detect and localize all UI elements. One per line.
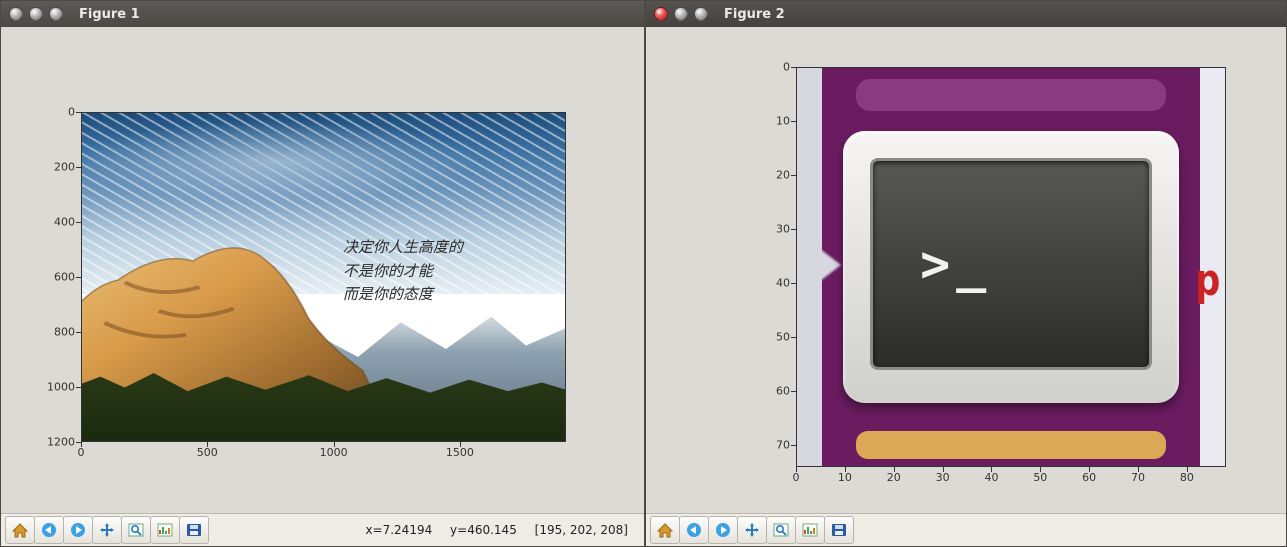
window-figure-2: Figure 2 >_ p bbox=[645, 0, 1287, 547]
p-glyph: p bbox=[1196, 255, 1221, 306]
mountain-photo: 决定你人生高度的 不是你的才能 而是你的态度 bbox=[81, 112, 566, 442]
axes-figure-2[interactable]: >_ p 01020304050607001020304050607080 bbox=[796, 67, 1226, 467]
status-rgb: [195, 202, 208] bbox=[535, 523, 628, 537]
status-y: y=460.145 bbox=[450, 523, 517, 537]
home-button[interactable] bbox=[5, 516, 35, 544]
save-button[interactable] bbox=[179, 516, 209, 544]
axes-figure-1[interactable]: 决定你人生高度的 不是你的才能 而是你的态度 02004006008001000… bbox=[81, 112, 566, 442]
status-x: x=7.24194 bbox=[365, 523, 432, 537]
minimize-icon[interactable] bbox=[29, 7, 43, 21]
poem-line-1: 决定你人生高度的 bbox=[343, 237, 463, 260]
forward-button[interactable] bbox=[63, 516, 93, 544]
configure-subplots-button[interactable] bbox=[795, 516, 825, 544]
close-icon[interactable] bbox=[654, 7, 668, 21]
mpl-toolbar-1: x=7.24194 y=460.145 [195, 202, 208] bbox=[1, 513, 644, 546]
window-figure-1: Figure 1 bbox=[0, 0, 645, 547]
zoom-button[interactable] bbox=[766, 516, 796, 544]
poem-line-3: 而是你的态度 bbox=[343, 284, 463, 307]
configure-subplots-button[interactable] bbox=[150, 516, 180, 544]
terminal-frame: >_ bbox=[843, 131, 1178, 403]
forward-button[interactable] bbox=[708, 516, 738, 544]
titlebar-figure-2[interactable]: Figure 2 bbox=[646, 1, 1286, 27]
close-icon[interactable] bbox=[9, 7, 23, 21]
save-button[interactable] bbox=[824, 516, 854, 544]
back-button[interactable] bbox=[679, 516, 709, 544]
poem-line-2: 不是你的才能 bbox=[343, 261, 463, 284]
terminal-icon-image: >_ p bbox=[796, 67, 1226, 467]
titlebar-figure-1[interactable]: Figure 1 bbox=[1, 1, 644, 27]
back-button[interactable] bbox=[34, 516, 64, 544]
pan-button[interactable] bbox=[737, 516, 767, 544]
poem-overlay: 决定你人生高度的 不是你的才能 而是你的态度 bbox=[343, 237, 463, 307]
mpl-toolbar-2 bbox=[646, 513, 1286, 546]
cursor-status: x=7.24194 y=460.145 [195, 202, 208] bbox=[351, 523, 628, 537]
indicator-triangle-icon bbox=[807, 239, 841, 291]
plot-canvas-2[interactable]: >_ p 01020304050607001020304050607080 bbox=[646, 27, 1286, 513]
plot-canvas-1[interactable]: 决定你人生高度的 不是你的才能 而是你的态度 02004006008001000… bbox=[1, 27, 644, 513]
terminal-screen: >_ bbox=[870, 158, 1152, 370]
pan-button[interactable] bbox=[92, 516, 122, 544]
terminal-prompt-icon: >_ bbox=[920, 235, 992, 293]
zoom-button[interactable] bbox=[121, 516, 151, 544]
maximize-icon[interactable] bbox=[49, 7, 63, 21]
minimize-icon[interactable] bbox=[674, 7, 688, 21]
window-title: Figure 2 bbox=[724, 7, 785, 22]
home-button[interactable] bbox=[650, 516, 680, 544]
window-title: Figure 1 bbox=[79, 7, 140, 22]
maximize-icon[interactable] bbox=[694, 7, 708, 21]
